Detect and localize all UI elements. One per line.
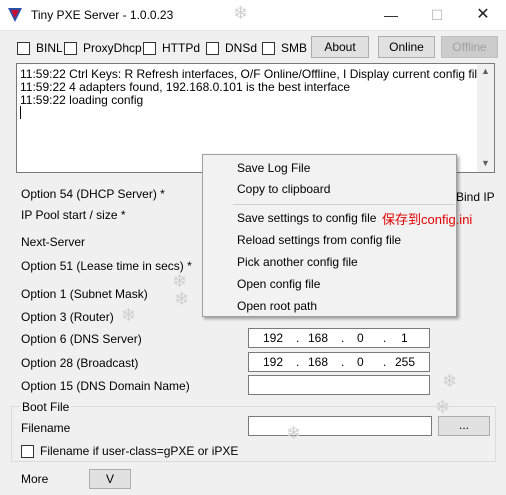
- ip-octet: 168: [308, 355, 329, 369]
- checkbox-label: SMB: [281, 41, 308, 55]
- next-server-label: Next-Server: [21, 235, 86, 249]
- context-menu: Save Log File Copy to clipboard Save set…: [202, 154, 457, 317]
- ip-octet: 1: [401, 331, 408, 345]
- snowflake-icon: ❄: [233, 3, 249, 23]
- checkbox-label: BINL: [36, 41, 63, 55]
- option-28-label: Option 28 (Broadcast): [21, 356, 139, 370]
- ip-octet: 192: [263, 331, 284, 345]
- ip-dot: .: [383, 331, 387, 345]
- ip-octet: 0: [357, 331, 364, 345]
- snowflake-icon: ❄: [121, 305, 137, 325]
- ip-octet: 168: [308, 331, 329, 345]
- option-6-label: Option 6 (DNS Server): [21, 332, 142, 346]
- online-button[interactable]: Online: [378, 36, 435, 58]
- dns-server-ip-input[interactable]: 192 . 168 . 0 . 1: [248, 328, 430, 348]
- app-shield-icon: [8, 8, 22, 22]
- title-bar: Tiny PXE Server - 1.0.0.23 ❄ — ☐ ✕: [0, 0, 506, 31]
- option-51-label: Option 51 (Lease time in secs) *: [21, 259, 192, 273]
- broadcast-ip-input[interactable]: 192 . 168 . 0 . 255: [248, 352, 430, 372]
- checkbox-box[interactable]: [262, 42, 275, 55]
- ip-dot: .: [341, 331, 345, 345]
- option-54-label: Option 54 (DHCP Server) *: [21, 187, 165, 201]
- filename-input[interactable]: [248, 416, 432, 436]
- snowflake-icon: ❄: [435, 397, 451, 417]
- menu-copy-to-clipboard[interactable]: Copy to clipboard: [237, 182, 330, 196]
- filename-label: Filename: [21, 421, 71, 435]
- menu-save-settings[interactable]: Save settings to config file: [237, 211, 376, 225]
- close-button[interactable]: ✕: [460, 0, 506, 30]
- offline-button: Offline: [441, 36, 498, 58]
- log-line: 11:59:22 loading config: [20, 93, 144, 107]
- boot-file-group-title: Boot File: [20, 400, 72, 414]
- snowflake-icon: ❄: [174, 289, 190, 309]
- menu-reload-settings[interactable]: Reload settings from config file: [237, 233, 401, 247]
- more-toggle-button[interactable]: V: [89, 469, 131, 489]
- more-label: More: [21, 472, 49, 486]
- ip-dot: .: [296, 355, 300, 369]
- checkbox-box[interactable]: [17, 42, 30, 55]
- maximize-button[interactable]: ☐: [414, 0, 460, 30]
- ip-dot: .: [383, 355, 387, 369]
- annotation-note: 保存到config.ini: [382, 212, 473, 227]
- checkbox-box[interactable]: [64, 42, 77, 55]
- dns-domain-input[interactable]: [248, 375, 430, 395]
- bind-ip-label: Bind IP: [456, 190, 495, 204]
- snowflake-icon: ❄: [172, 271, 188, 291]
- checkbox-label: Filename if user-class=gPXE or iPXE: [40, 444, 239, 458]
- text-caret: [20, 106, 21, 119]
- checkbox-box[interactable]: [206, 42, 219, 55]
- option-3-label: Option 3 (Router): [21, 310, 114, 324]
- menu-open-root-path[interactable]: Open root path: [237, 299, 317, 313]
- snowflake-icon: ❄: [442, 371, 458, 391]
- minimize-button[interactable]: —: [368, 0, 414, 30]
- option-15-label: Option 15 (DNS Domain Name): [21, 379, 190, 393]
- checkbox-label: HTTPd: [162, 41, 201, 55]
- log-scrollbar[interactable]: ▲ ▼: [477, 64, 494, 172]
- log-line: 11:59:22 Ctrl Keys: R Refresh interfaces…: [20, 67, 495, 81]
- about-button[interactable]: About: [311, 36, 369, 58]
- browse-button[interactable]: ...: [438, 416, 490, 436]
- scroll-down-icon[interactable]: ▼: [481, 158, 490, 168]
- ip-octet: 0: [357, 355, 364, 369]
- menu-separator: [233, 204, 455, 205]
- checkbox-box[interactable]: [143, 42, 156, 55]
- menu-save-log-file[interactable]: Save Log File: [237, 161, 310, 175]
- ip-dot: .: [341, 355, 345, 369]
- window-title: Tiny PXE Server - 1.0.0.23: [31, 8, 174, 22]
- ip-octet: 255: [395, 355, 416, 369]
- menu-pick-config[interactable]: Pick another config file: [237, 255, 358, 269]
- ip-pool-label: IP Pool start / size *: [21, 208, 126, 222]
- checkbox-label: ProxyDhcp: [83, 41, 142, 55]
- snowflake-icon: ❄: [286, 423, 302, 443]
- ip-dot: .: [296, 331, 300, 345]
- option-1-label: Option 1 (Subnet Mask): [21, 287, 148, 301]
- menu-open-config[interactable]: Open config file: [237, 277, 320, 291]
- ip-octet: 192: [263, 355, 284, 369]
- log-line: 11:59:22 4 adapters found, 192.168.0.101…: [20, 80, 351, 94]
- checkbox-label: DNSd: [225, 41, 258, 55]
- checkbox-box[interactable]: [21, 445, 34, 458]
- scroll-up-icon[interactable]: ▲: [481, 66, 490, 76]
